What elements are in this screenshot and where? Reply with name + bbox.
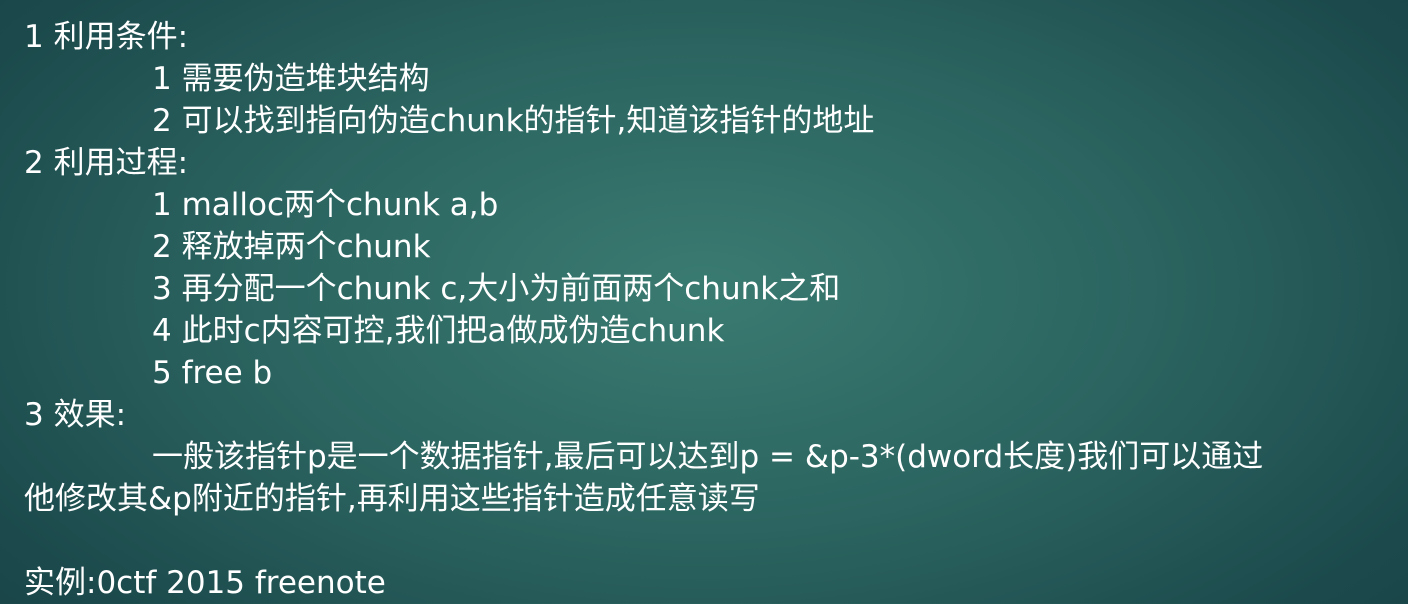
section2-item-3: 3 再分配一个chunk c,大小为前面两个chunk之和 [152, 271, 841, 307]
slide: 1 利用条件: 1 需要伪造堆块结构 2 可以找到指向伪造chunk的指针,知道… [0, 0, 1408, 603]
section3-text-line-2: 他修改其&p附近的指针,再利用这些指针造成任意读写 [24, 481, 760, 517]
section2-item-2: 2 释放掉两个chunk [152, 229, 431, 265]
section1-item-1: 1 需要伪造堆块结构 [152, 61, 430, 97]
section1-item-2: 2 可以找到指向伪造chunk的指针,知道该指针的地址 [152, 103, 875, 139]
section2-item-1: 1 malloc两个chunk a,b [152, 187, 499, 223]
section3-heading: 3 效果: [24, 397, 127, 433]
section2-item-4: 4 此时c内容可控,我们把a做成伪造chunk [152, 313, 725, 349]
section2-item-5: 5 free b [152, 355, 273, 391]
section3-text-line-1: 一般该指针p是一个数据指针,最后可以达到p = &p-3*(dword长度)我们… [152, 439, 1264, 475]
section1-heading: 1 利用条件: [24, 19, 189, 55]
example-line: 实例:0ctf 2015 freenote [24, 565, 386, 601]
section2-heading: 2 利用过程: [24, 145, 189, 181]
